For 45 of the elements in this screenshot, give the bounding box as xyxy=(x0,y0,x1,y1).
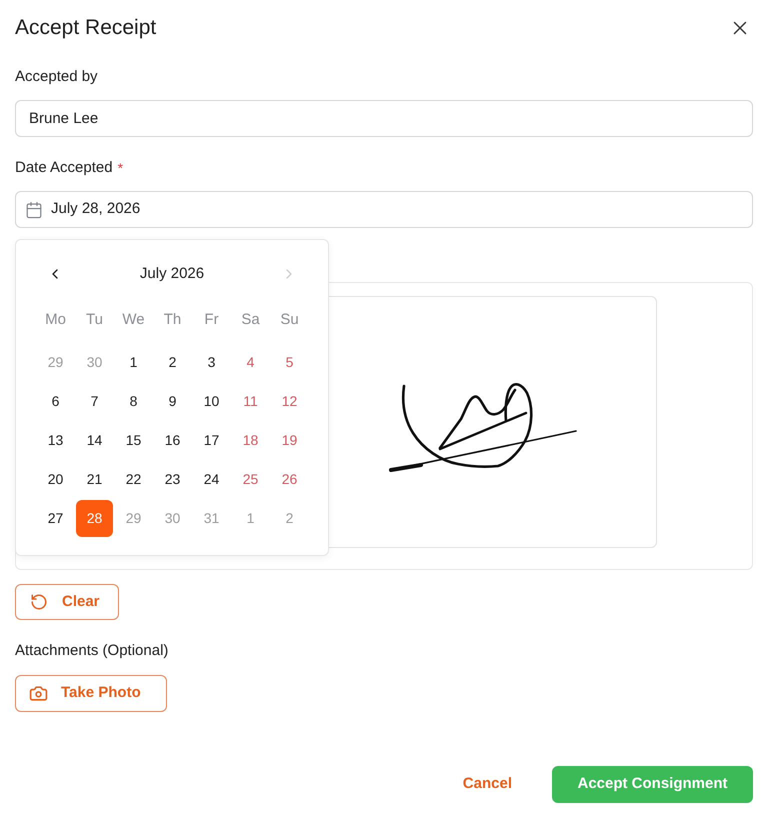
calendar-day[interactable]: 13 xyxy=(37,422,74,459)
calendar-day[interactable]: 27 xyxy=(37,500,74,537)
calendar-day[interactable]: 6 xyxy=(37,383,74,420)
field-label: Accepted by xyxy=(15,67,98,87)
field-label: Date Accepted xyxy=(15,158,113,178)
calendar-day[interactable]: 18 xyxy=(232,422,269,459)
required-asterisk: * xyxy=(118,159,124,178)
rotate-icon xyxy=(30,593,48,611)
calendar-day[interactable]: 21 xyxy=(76,461,113,498)
calendar-day[interactable]: 2 xyxy=(154,344,191,381)
weekday-label: Sa xyxy=(241,310,260,330)
calendar-day[interactable]: 3 xyxy=(193,344,230,381)
weekday-label: Th xyxy=(164,310,182,330)
calendar-day[interactable]: 7 xyxy=(76,383,113,420)
dialog-title: Accept Receipt xyxy=(15,15,156,41)
weekday-label: Tu xyxy=(86,310,103,330)
weekday-label: We xyxy=(122,310,145,330)
calendar-day[interactable]: 20 xyxy=(37,461,74,498)
calendar-day[interactable]: 8 xyxy=(115,383,152,420)
calendar-day[interactable]: 1 xyxy=(115,344,152,381)
calendar-day[interactable]: 16 xyxy=(154,422,191,459)
calendar-day[interactable]: 19 xyxy=(271,422,308,459)
calendar-day[interactable]: 24 xyxy=(193,461,230,498)
weekday-label: Fr xyxy=(204,310,219,330)
date-field[interactable]: July 28, 2026 xyxy=(15,191,753,228)
calendar-day[interactable]: 15 xyxy=(115,422,152,459)
calendar-day[interactable]: 17 xyxy=(193,422,230,459)
calendar-day[interactable]: 4 xyxy=(232,344,269,381)
section-label: Attachments (Optional) xyxy=(15,641,168,661)
camera-icon xyxy=(29,684,48,703)
calendar-day[interactable]: 22 xyxy=(115,461,152,498)
calendar-day[interactable]: 9 xyxy=(154,383,191,420)
calendar-day[interactable]: 11 xyxy=(232,383,269,420)
weekday-label: Su xyxy=(280,310,299,330)
weekday-label: Mo xyxy=(45,310,66,330)
accepted-by-field[interactable]: Brune Lee xyxy=(15,100,753,137)
calendar-day[interactable]: 26 xyxy=(271,461,308,498)
calendar-icon xyxy=(25,200,43,218)
calendar-day[interactable]: 10 xyxy=(193,383,230,420)
calendar-day[interactable]: 5 xyxy=(271,344,308,381)
calendar-month-title: July 2026 xyxy=(140,264,204,284)
calendar-day[interactable]: 12 xyxy=(271,383,308,420)
calendar-day[interactable]: 14 xyxy=(76,422,113,459)
calendar-day[interactable]: 25 xyxy=(232,461,269,498)
calendar-day[interactable]: 23 xyxy=(154,461,191,498)
